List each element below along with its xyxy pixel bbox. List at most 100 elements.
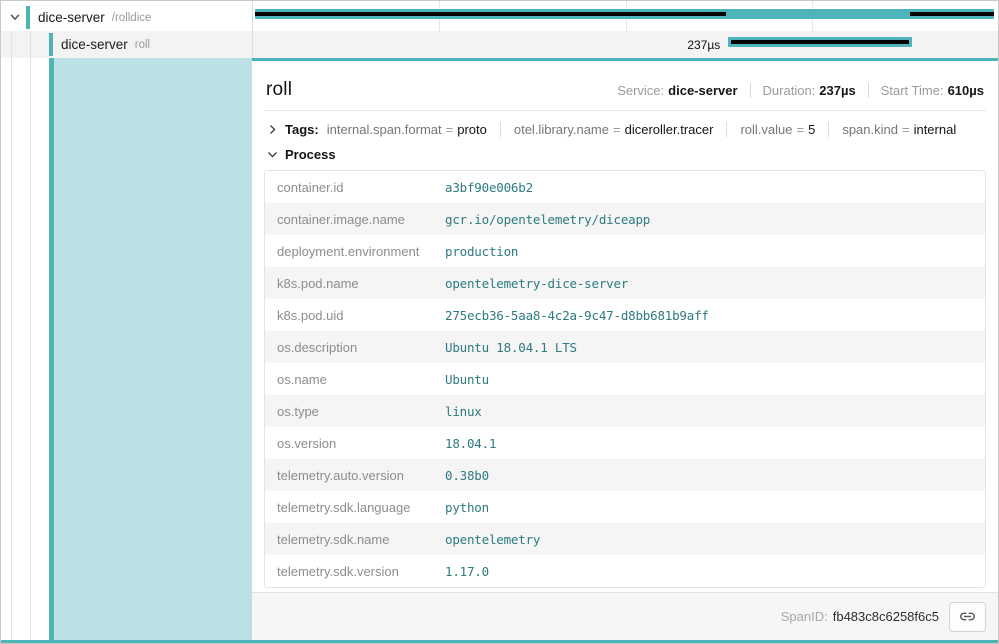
attribute-key: container.id — [277, 180, 445, 195]
span-overview: Service: dice-server Duration:237µs Start… — [617, 83, 984, 98]
timeline-row-rolldice — [253, 4, 998, 31]
indent-guide — [11, 31, 12, 58]
span-title: roll — [266, 79, 292, 101]
table-row: container.id a3bf90e006b2 — [265, 171, 985, 203]
chevron-down-icon — [266, 148, 279, 161]
attribute-value: linux — [445, 404, 482, 419]
table-row: telemetry.sdk.name opentelemetry — [265, 523, 985, 555]
attribute-key: telemetry.sdk.version — [277, 564, 445, 579]
indent-guide — [30, 31, 31, 58]
attribute-value: opentelemetry — [445, 532, 540, 547]
attribute-key: k8s.pod.uid — [277, 308, 445, 323]
chevron-down-icon[interactable] — [8, 10, 22, 24]
indent-guide — [30, 58, 31, 640]
chevron-right-icon — [266, 123, 279, 136]
table-row: telemetry.sdk.language python — [265, 491, 985, 523]
table-row: k8s.pod.uid 275ecb36-5aa8-4c2a-9c47-d8bb… — [265, 299, 985, 331]
tags-accordion-toggle[interactable]: Tags: internal.span.format=proto otel.li… — [264, 111, 986, 145]
spanid-value: fb483c8c6258f6c5 — [833, 609, 939, 624]
overview-label: Start Time: — [881, 83, 944, 98]
attribute-key: k8s.pod.name — [277, 276, 445, 291]
trace-bottom-accent-line — [1, 640, 998, 643]
tag-item: roll.value =5 — [726, 122, 815, 137]
attribute-value: gcr.io/opentelemetry/diceapp — [445, 212, 650, 227]
selected-span-tint — [54, 58, 252, 640]
service-color-bar — [49, 33, 53, 56]
overview-label: Service: — [617, 83, 664, 98]
overview-item: Start Time: 610µs — [868, 83, 984, 98]
tag-equals: = — [446, 122, 454, 137]
tag-value: internal — [914, 122, 957, 137]
span-row-rolldice[interactable]: dice-server /rolldice — [1, 4, 252, 31]
attribute-value: 275ecb36-5aa8-4c2a-9c47-d8bb681b9aff — [445, 308, 709, 323]
tag-key: otel.library.name — [514, 122, 609, 137]
process-accordion-toggle[interactable]: Process — [264, 145, 986, 170]
attribute-key: os.name — [277, 372, 445, 387]
tag-value: proto — [457, 122, 487, 137]
table-row: os.type linux — [265, 395, 985, 427]
attribute-key: telemetry.auto.version — [277, 468, 445, 483]
attribute-value: python — [445, 500, 489, 515]
critical-path-segment — [910, 12, 994, 16]
table-row: telemetry.sdk.version 1.17.0 — [265, 555, 985, 587]
span-row-roll-selected[interactable]: dice-server roll — [1, 31, 252, 58]
span-names-column: dice-server /rolldice dice-server roll — [1, 1, 252, 58]
tags-label: Tags: — [285, 122, 319, 137]
spanid-label: SpanID: — [781, 609, 828, 624]
attribute-value: opentelemetry-dice-server — [445, 276, 628, 291]
tag-item: internal.span.format =proto — [327, 122, 487, 137]
copy-deep-link-button[interactable] — [949, 602, 986, 632]
process-label: Process — [285, 147, 336, 162]
overview-value: dice-server — [668, 83, 737, 98]
table-row: k8s.pod.name opentelemetry-dice-server — [265, 267, 985, 299]
overview-item: Duration:237µs — [750, 83, 856, 98]
tag-value: 5 — [808, 122, 815, 137]
tag-key: internal.span.format — [327, 122, 442, 137]
service-color-bar — [26, 6, 30, 29]
tag-equals: = — [902, 122, 910, 137]
attribute-key: telemetry.sdk.name — [277, 532, 445, 547]
overview-value: 610µs — [948, 83, 984, 98]
attribute-value: 1.17.0 — [445, 564, 489, 579]
critical-path-segment — [731, 40, 909, 44]
overview-label: Duration: — [763, 83, 816, 98]
operation-name: /rolldice — [112, 12, 152, 24]
critical-path-segment — [255, 12, 726, 16]
attribute-key: os.type — [277, 404, 445, 419]
indent-guide — [11, 58, 12, 640]
attribute-key: os.description — [277, 340, 445, 355]
attribute-value: Ubuntu 18.04.1 LTS — [445, 340, 577, 355]
timeline-column: 237µs — [252, 1, 998, 58]
tag-item: otel.library.name = diceroller.tracer — [500, 122, 714, 137]
tag-equals: = — [613, 122, 621, 137]
span-bar-roll[interactable] — [728, 37, 912, 47]
table-row: os.version 18.04.1 — [265, 427, 985, 459]
trace-timeline-window: dice-server /rolldice dice-server roll 2… — [0, 0, 999, 644]
span-detail-content: roll Service: dice-server Duration:237µs … — [252, 61, 998, 640]
attribute-value: Ubuntu — [445, 372, 489, 387]
attribute-key: deployment.environment — [277, 244, 445, 259]
span-duration-label: 237µs — [687, 38, 720, 52]
link-icon — [959, 608, 976, 625]
service-name: dice-server — [61, 37, 128, 52]
table-row: os.description Ubuntu 18.04.1 LTS — [265, 331, 985, 363]
tag-value: diceroller.tracer — [625, 122, 714, 137]
tag-equals: = — [797, 122, 805, 137]
tag-key: roll.value — [740, 122, 792, 137]
tag-key: span.kind — [842, 122, 898, 137]
span-detail-panel: roll Service: dice-server Duration:237µs … — [252, 58, 998, 640]
table-row: os.name Ubuntu — [265, 363, 985, 395]
tags-summary: internal.span.format=proto otel.library.… — [327, 122, 957, 137]
table-row: deployment.environment production — [265, 235, 985, 267]
attribute-value: production — [445, 244, 518, 259]
service-name: dice-server — [38, 10, 105, 25]
table-row: container.image.name gcr.io/opentelemetr… — [265, 203, 985, 235]
overview-item: Service: dice-server — [617, 83, 737, 98]
attribute-value: 18.04.1 — [445, 436, 496, 451]
timeline-row-roll: 237µs — [253, 31, 998, 58]
attribute-key: container.image.name — [277, 212, 445, 227]
operation-name: roll — [135, 39, 150, 51]
table-row: telemetry.auto.version 0.38b0 — [265, 459, 985, 491]
span-bar-rolldice[interactable] — [255, 9, 994, 19]
attribute-value: a3bf90e006b2 — [445, 180, 533, 195]
